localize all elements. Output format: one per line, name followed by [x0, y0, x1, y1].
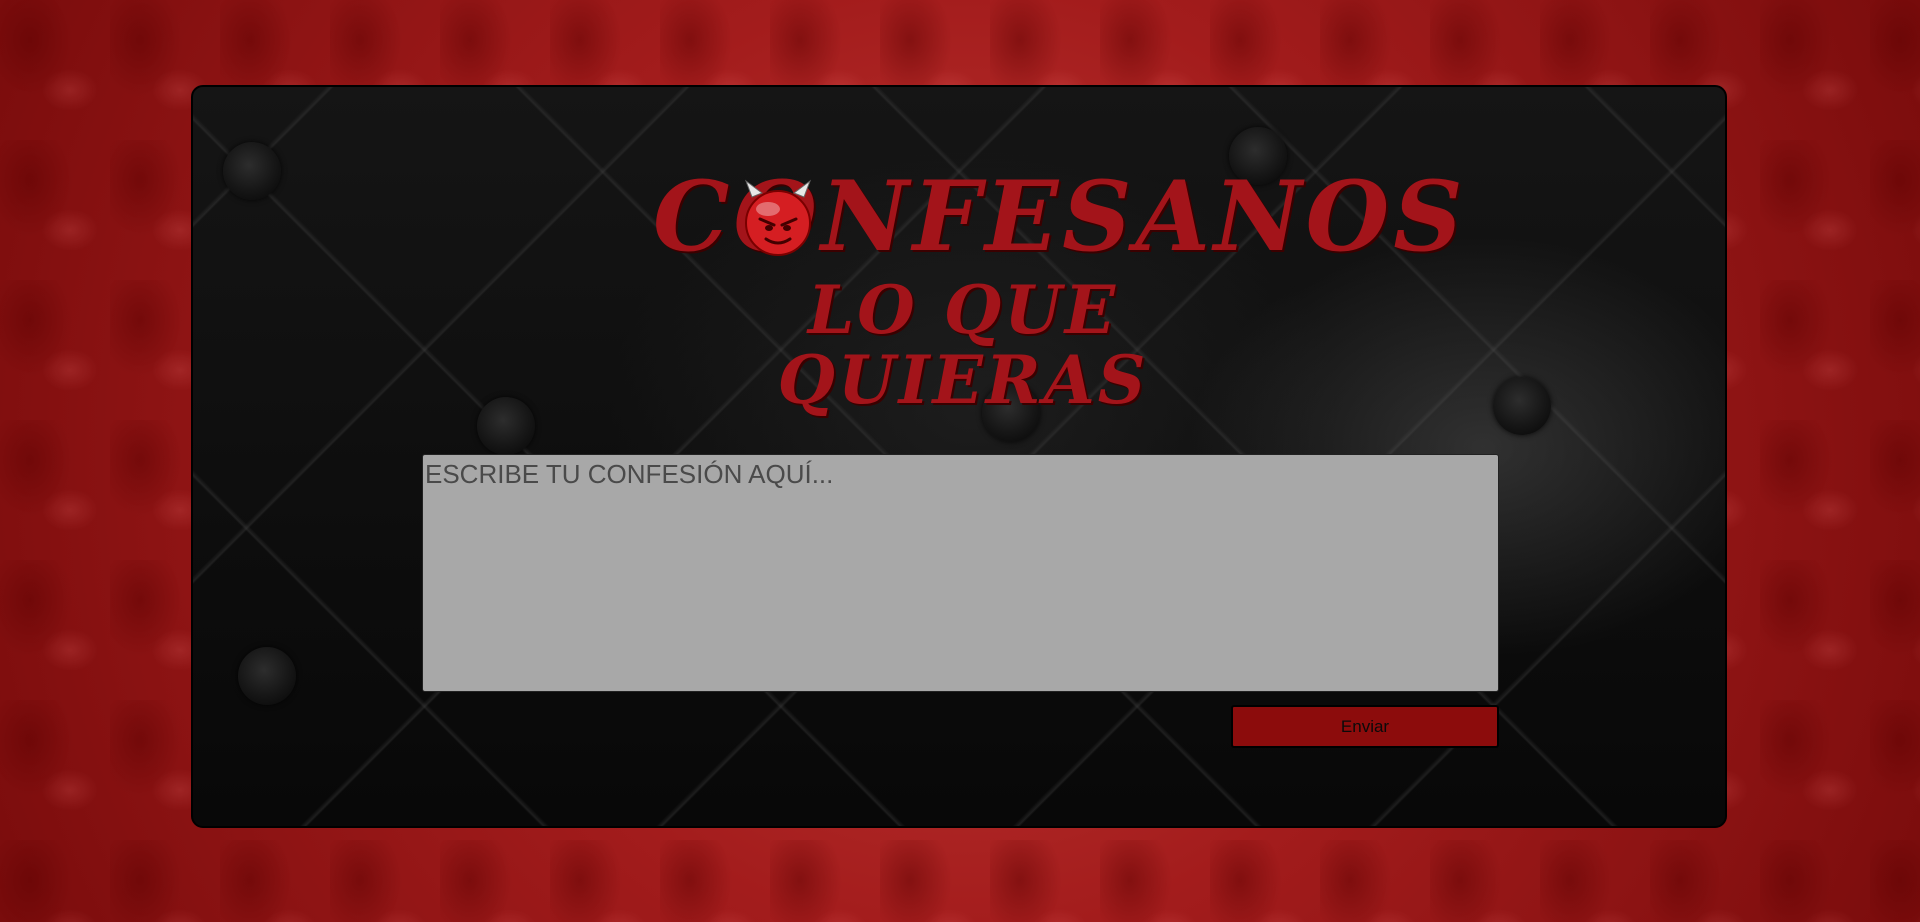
- tuft-button-decoration: [477, 397, 535, 455]
- send-button[interactable]: Enviar: [1231, 705, 1499, 748]
- site-logo: CONFESANOS LO QUE QUIERAS: [653, 157, 1463, 416]
- tuft-button-decoration: [223, 142, 281, 200]
- tuft-button-decoration: [238, 647, 296, 705]
- confession-input[interactable]: [422, 454, 1499, 692]
- confession-panel: CONFESANOS LO QUE QUIERAS Enviar: [191, 85, 1727, 828]
- logo-subtitle: LO QUE QUIERAS: [777, 271, 1149, 419]
- tuft-button-decoration: [1493, 377, 1551, 435]
- page-background: { "logo": { "line1": "CONFESANOS", "line…: [0, 0, 1920, 922]
- devil-emoji-icon: [744, 179, 812, 256]
